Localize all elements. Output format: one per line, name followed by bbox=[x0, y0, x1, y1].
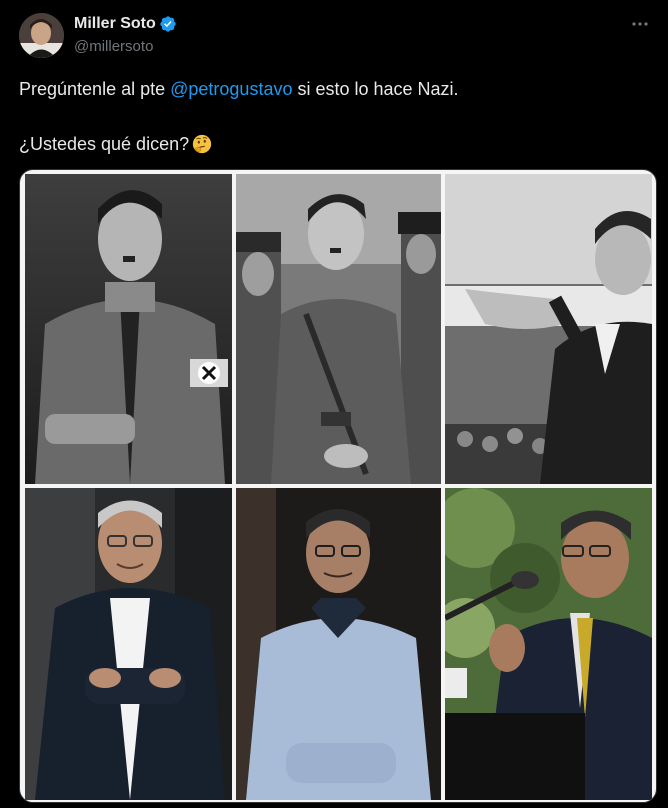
photo-4[interactable] bbox=[25, 488, 232, 800]
photo-2[interactable] bbox=[236, 174, 441, 484]
photo-6[interactable] bbox=[445, 488, 652, 800]
tweet-question: ¿Ustedes qué dicen? bbox=[19, 134, 190, 154]
photo-1[interactable] bbox=[25, 174, 232, 484]
thinking-face-icon bbox=[192, 134, 212, 154]
tweet-card: Miller Soto @millersoto Pregúntenle al p… bbox=[0, 0, 668, 808]
tweet-text-line2: ¿Ustedes qué dicen? bbox=[19, 132, 213, 156]
more-dots-icon bbox=[632, 22, 648, 26]
photo-5[interactable] bbox=[236, 488, 441, 800]
tweet-text: Pregúntenle al pte @petrogustavo si esto… bbox=[19, 77, 639, 101]
author-handle[interactable]: @millersoto bbox=[74, 38, 153, 55]
more-options-button[interactable] bbox=[628, 12, 652, 36]
author-avatar[interactable] bbox=[19, 13, 64, 58]
mention-link[interactable]: @petrogustavo bbox=[170, 79, 292, 99]
tweet-text-part: si esto lo hace Nazi. bbox=[292, 79, 459, 99]
author-display-name[interactable]: Miller Soto bbox=[74, 15, 156, 33]
author-name-row: Miller Soto bbox=[74, 15, 177, 33]
tweet-text-part: Pregúntenle al pte bbox=[19, 79, 171, 99]
photo-3[interactable] bbox=[445, 174, 652, 484]
verified-badge-icon bbox=[160, 16, 176, 32]
media-grid bbox=[19, 169, 657, 803]
